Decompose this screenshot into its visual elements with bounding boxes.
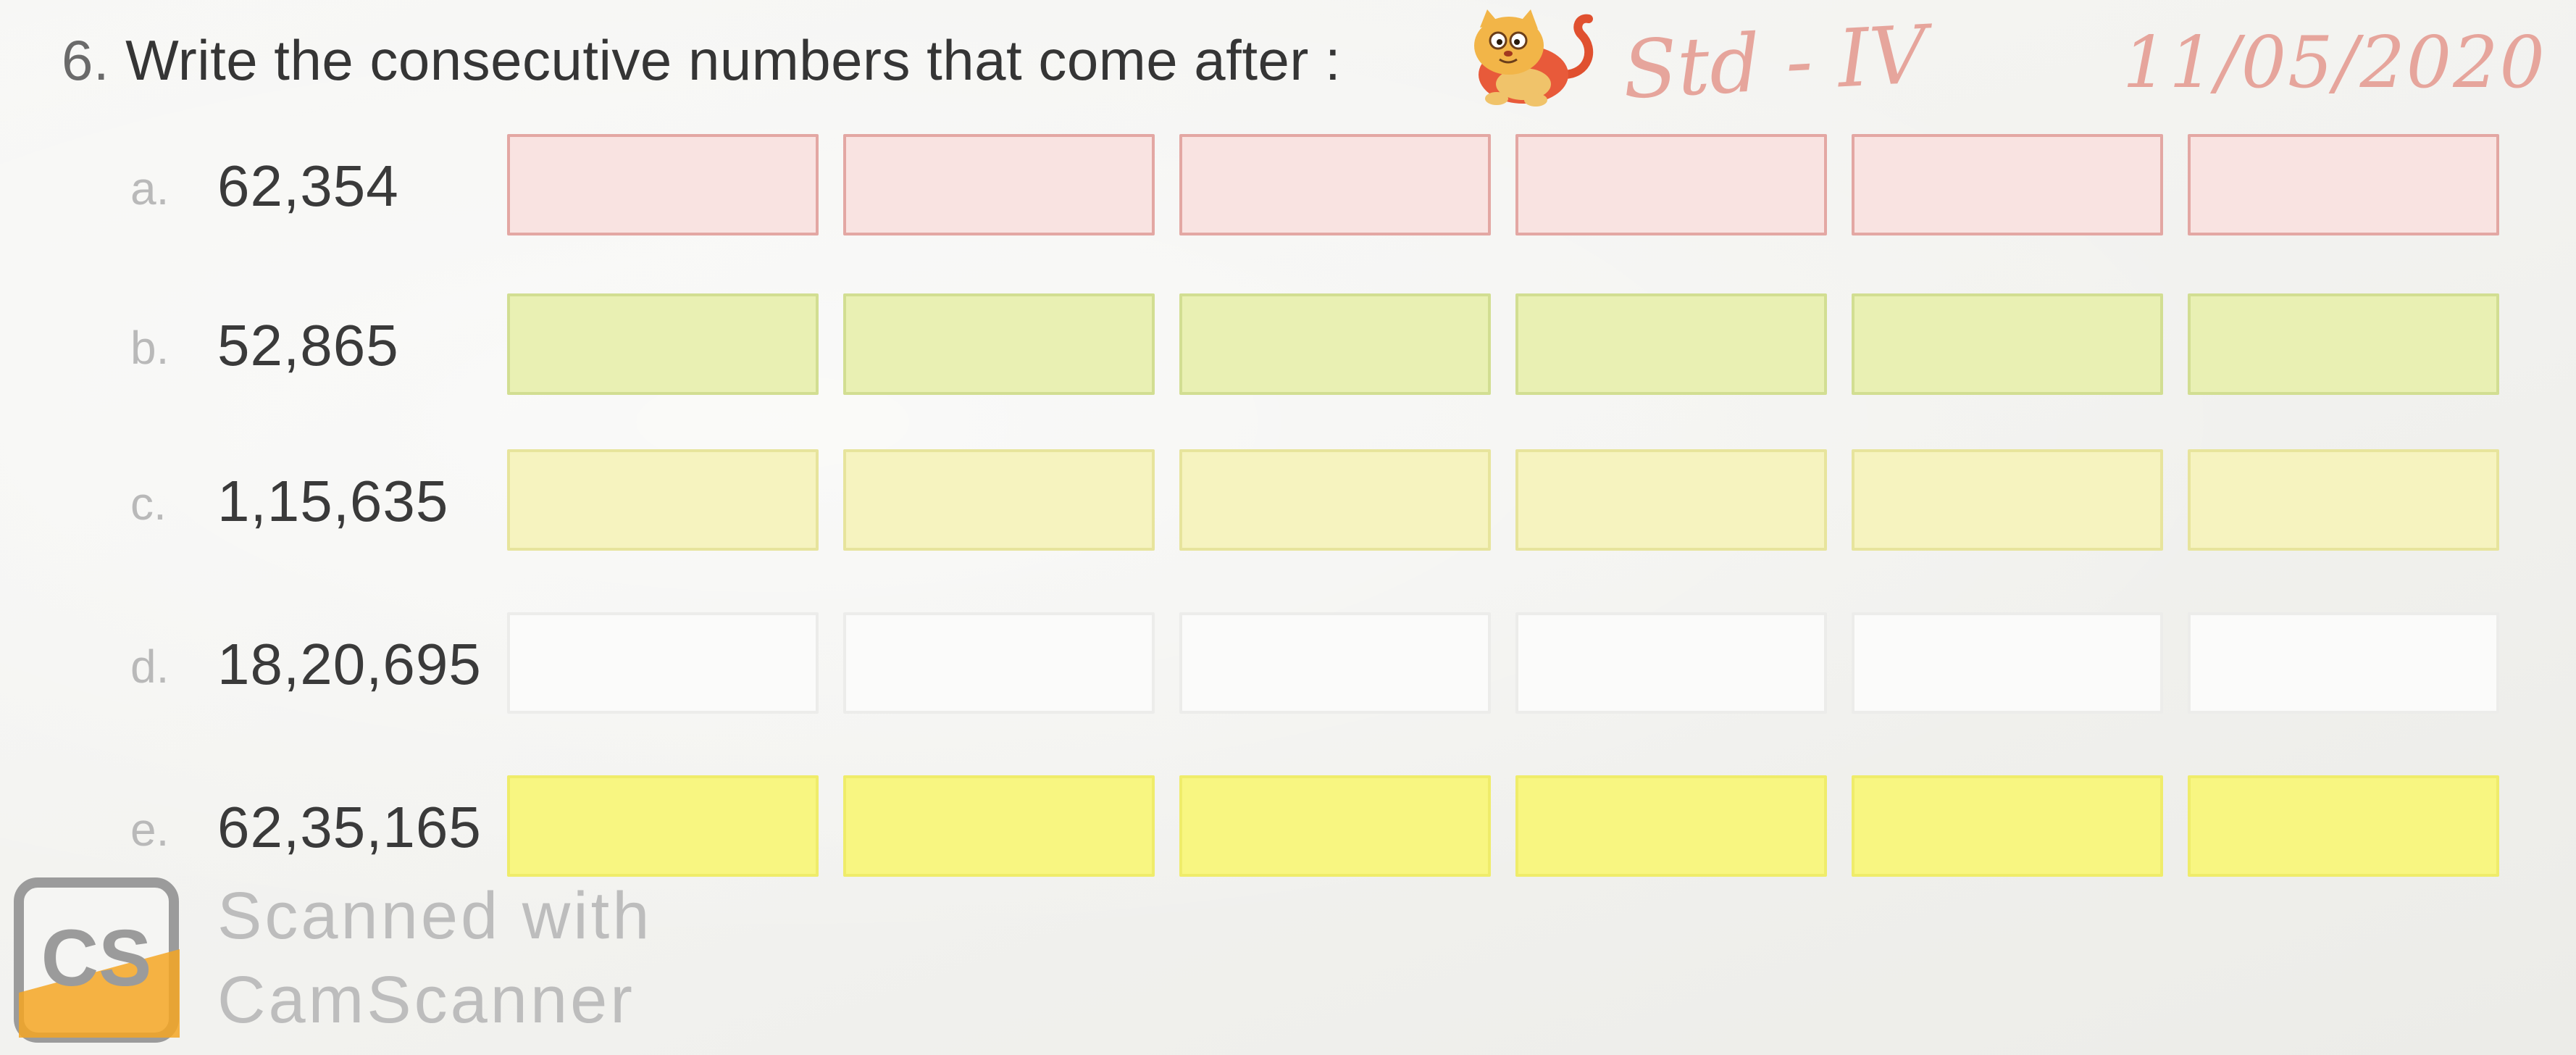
answer-box[interactable] bbox=[1515, 449, 1827, 551]
answer-box[interactable] bbox=[1852, 775, 2163, 877]
answer-boxes bbox=[507, 449, 2521, 554]
row-given-number: 62,354 bbox=[217, 154, 399, 218]
row-given-number: 52,865 bbox=[217, 313, 399, 378]
answer-box[interactable] bbox=[507, 612, 819, 714]
answer-box[interactable] bbox=[1179, 449, 1491, 551]
row-given-number: 62,35,165 bbox=[217, 795, 482, 859]
answer-box[interactable] bbox=[843, 612, 1155, 714]
answer-box[interactable] bbox=[1179, 775, 1491, 877]
worksheet-page: 6. Write the consecutive numbers that co… bbox=[0, 0, 2576, 1055]
watermark-line1: Scanned with bbox=[217, 879, 653, 953]
answer-box[interactable] bbox=[507, 775, 819, 877]
row-letter: b. bbox=[130, 322, 170, 374]
answer-box[interactable] bbox=[2188, 293, 2499, 395]
answer-box[interactable] bbox=[1515, 134, 1827, 235]
answer-box[interactable] bbox=[1179, 612, 1491, 714]
answer-box[interactable] bbox=[1852, 449, 2163, 551]
answer-row: b. 52,865 bbox=[0, 293, 2576, 399]
answer-row: a. 62,354 bbox=[0, 134, 2576, 239]
question-heading: 6. Write the consecutive numbers that co… bbox=[62, 20, 1341, 100]
answer-box[interactable] bbox=[1852, 612, 2163, 714]
answer-boxes bbox=[507, 293, 2521, 399]
answer-box[interactable] bbox=[2188, 775, 2499, 877]
answer-box[interactable] bbox=[843, 293, 1155, 395]
answer-box[interactable] bbox=[843, 775, 1155, 877]
answer-box[interactable] bbox=[507, 449, 819, 551]
handwritten-date: 11/05/2020 bbox=[2123, 22, 2546, 104]
answer-box[interactable] bbox=[1515, 293, 1827, 395]
question-text: Write the consecutive numbers that come … bbox=[125, 28, 1342, 92]
answer-row: c. 1,15,635 bbox=[0, 449, 2576, 554]
answer-box[interactable] bbox=[843, 134, 1155, 235]
row-letter: a. bbox=[130, 162, 170, 214]
answer-row: d. 18,20,695 bbox=[0, 612, 2576, 717]
answer-box[interactable] bbox=[1179, 293, 1491, 395]
row-letter: e. bbox=[130, 804, 170, 856]
answer-box[interactable] bbox=[2188, 134, 2499, 235]
answer-box[interactable] bbox=[2188, 449, 2499, 551]
answer-box[interactable] bbox=[507, 293, 819, 395]
answer-box[interactable] bbox=[1852, 134, 2163, 235]
camscanner-logo-icon: CS bbox=[14, 877, 180, 1043]
handwritten-std: Std - IV bbox=[1620, 8, 1930, 117]
answer-boxes bbox=[507, 775, 2521, 880]
watermark-line2: CamScanner bbox=[217, 963, 635, 1037]
answer-box[interactable] bbox=[1179, 134, 1491, 235]
row-given-number: 18,20,695 bbox=[217, 632, 482, 696]
answer-box[interactable] bbox=[1852, 293, 2163, 395]
answer-box[interactable] bbox=[1515, 612, 1827, 714]
row-letter: c. bbox=[130, 478, 167, 530]
answer-boxes bbox=[507, 134, 2521, 239]
cat-icon bbox=[1474, 9, 1594, 107]
camscanner-logo-text: CS bbox=[41, 914, 152, 1003]
answer-row: e. 62,35,165 bbox=[0, 775, 2576, 880]
answer-box[interactable] bbox=[843, 449, 1155, 551]
answer-box[interactable] bbox=[1515, 775, 1827, 877]
row-given-number: 1,15,635 bbox=[217, 469, 449, 533]
question-number: 6. bbox=[62, 28, 110, 92]
answer-box[interactable] bbox=[2188, 612, 2499, 714]
answer-boxes bbox=[507, 612, 2521, 717]
row-letter: d. bbox=[130, 641, 170, 693]
answer-box[interactable] bbox=[507, 134, 819, 235]
